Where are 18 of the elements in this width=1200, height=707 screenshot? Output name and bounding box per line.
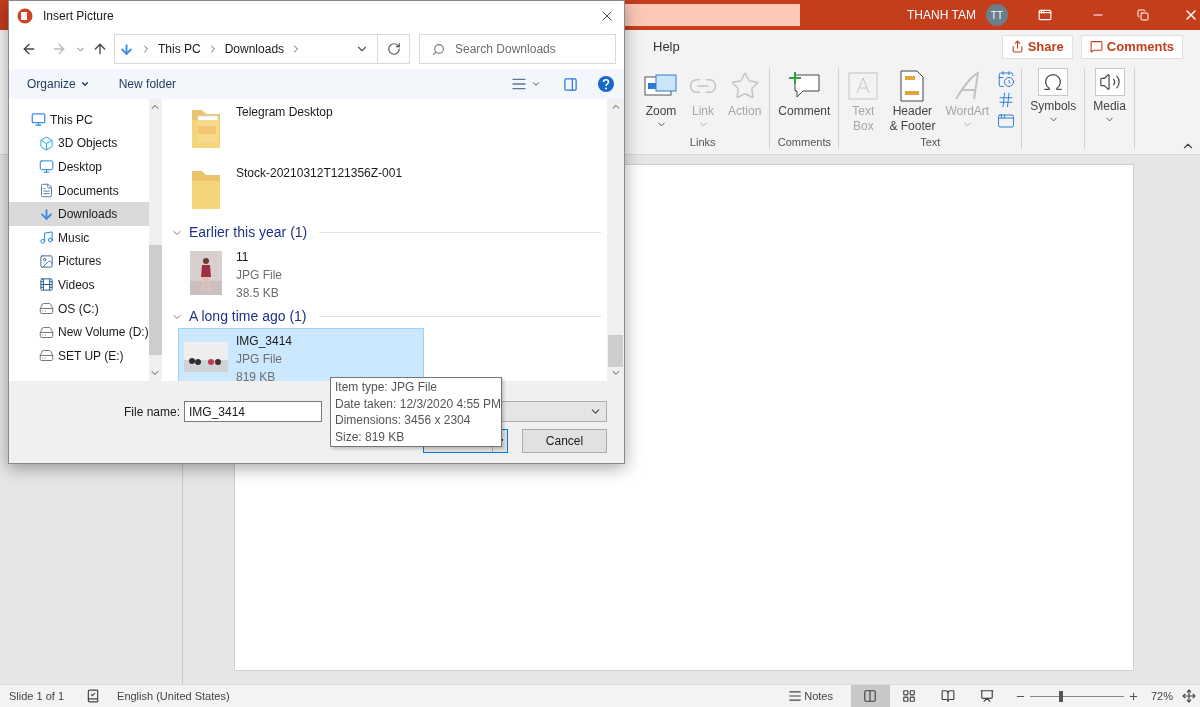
group-label: Text — [919, 136, 942, 149]
file-name: Stock-20210312T121356Z-001 — [236, 165, 403, 182]
user-name: THANH TAM — [907, 7, 976, 24]
tooltip-line: Dimensions: 3456 x 2304 — [335, 412, 471, 429]
slide-counter: Slide 1 of 1 — [9, 688, 65, 704]
file-size: 38.5 KB — [236, 285, 280, 302]
group-label: Comments — [776, 136, 832, 149]
file-name: Telegram Desktop — [236, 104, 333, 121]
file-type: JPG File — [236, 267, 282, 284]
tooltip-line: Size: 819 KB — [335, 428, 405, 446]
tooltip-line: Date taken: 12/3/2020 4:55 PM — [335, 395, 502, 413]
file-size: 819 KB — [236, 369, 277, 386]
dialog-title: Insert Picture — [43, 8, 114, 25]
file-type: JPG File — [236, 351, 283, 368]
file-name: IMG_3414 — [236, 333, 293, 350]
file-name: 11 — [236, 249, 250, 266]
group-label: Links — [688, 136, 717, 149]
file-name-label: File name: — [122, 403, 181, 421]
